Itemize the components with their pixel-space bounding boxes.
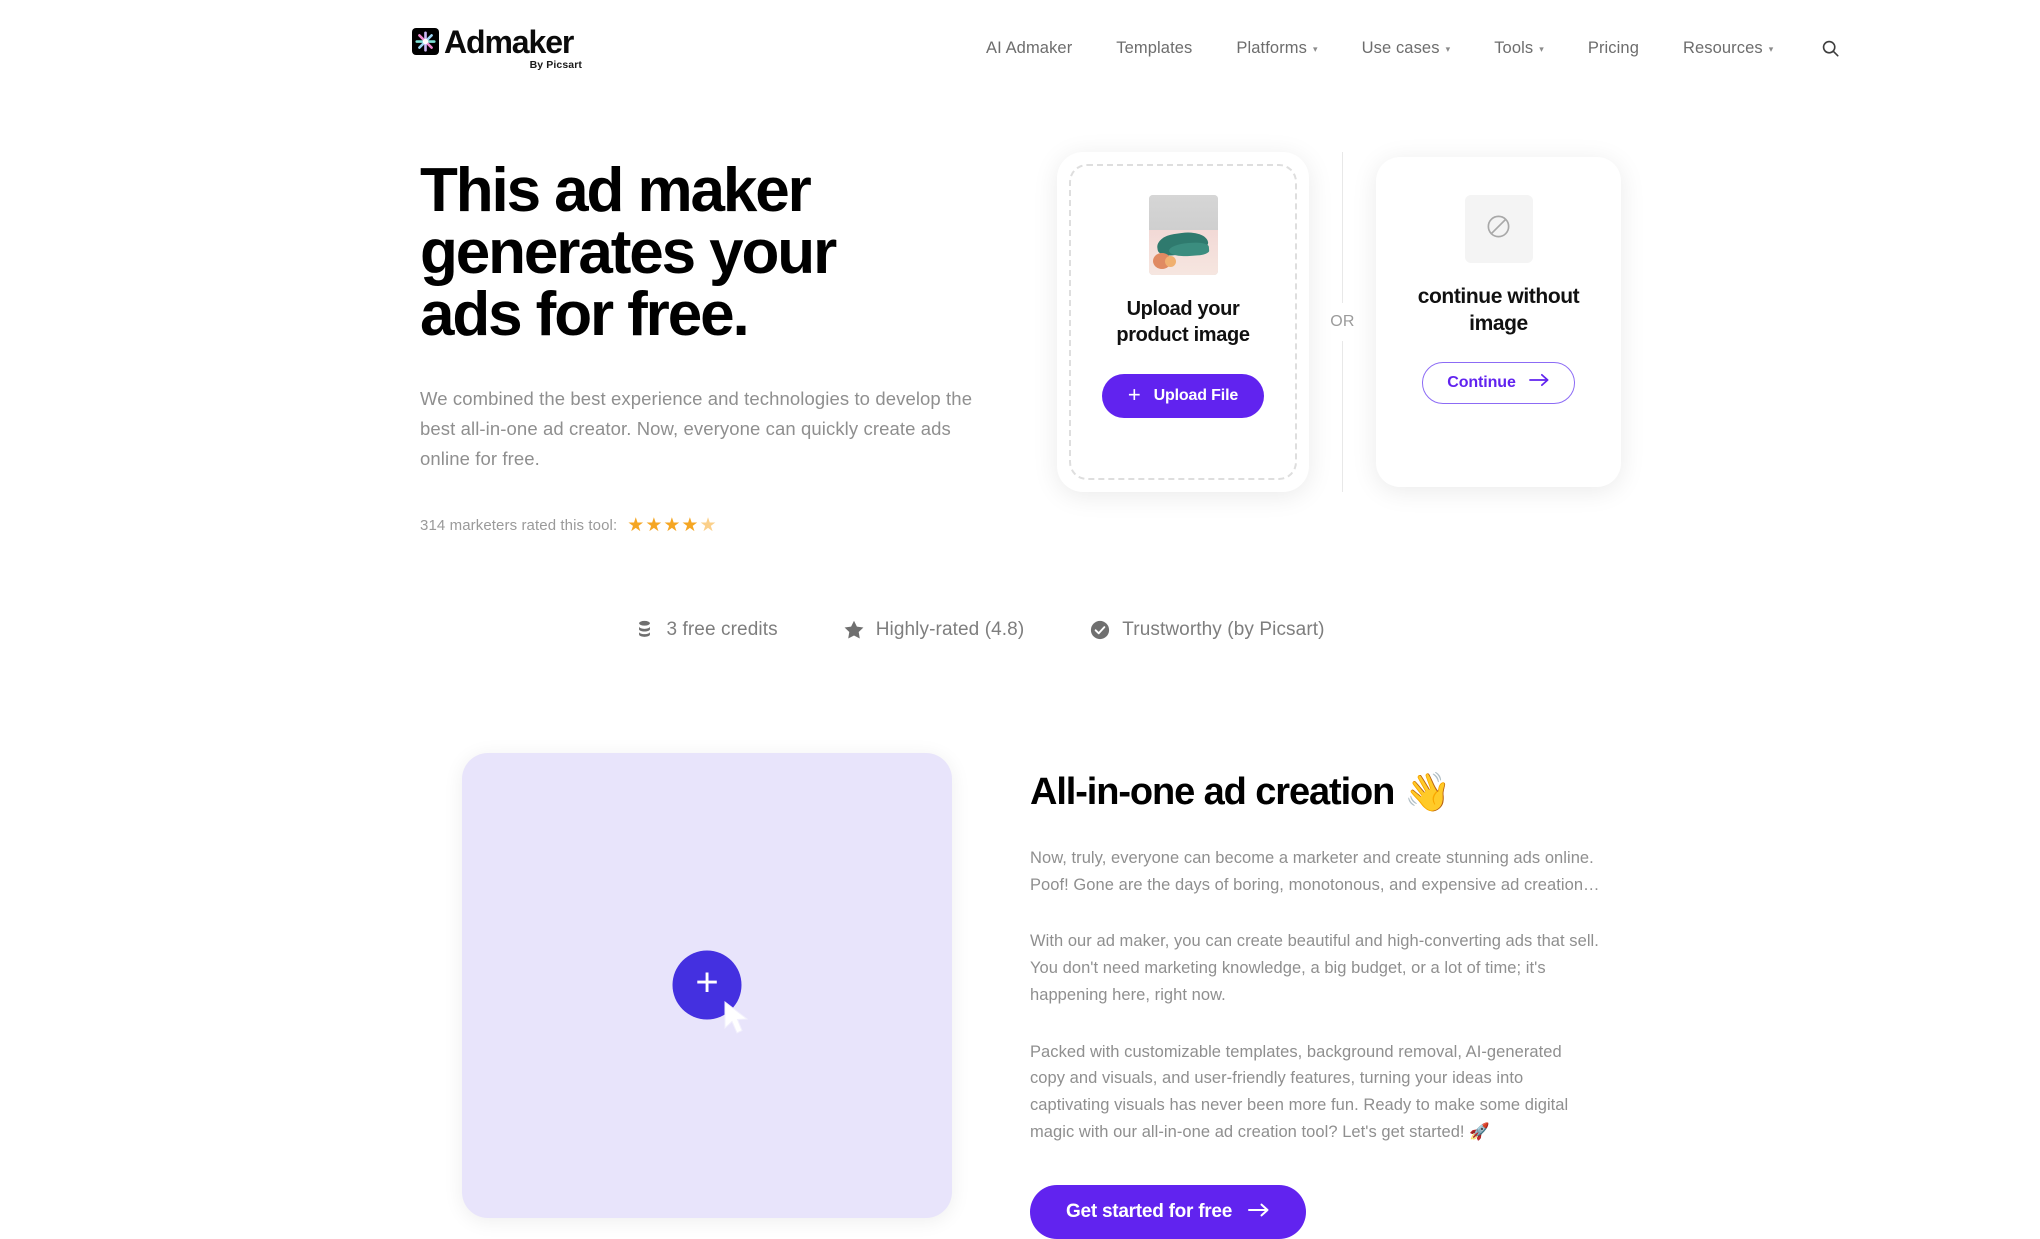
page-title: This ad maker generates your ads for fre… [420,160,940,346]
feature-paragraph-2: With our ad maker, you can create beauti… [1030,932,1599,1004]
no-image-card-title: continue without image [1417,285,1580,336]
badge-label: Highly-rated (4.8) [875,618,1025,640]
feature-title-text: All-in-one ad creation [1030,771,1395,814]
hero-upload-options: Upload your product image + Upload File … [1057,148,1621,492]
badge-highly-rated: Highly-rated (4.8) [844,619,1025,641]
chevron-down-icon: ▾ [1313,43,1318,54]
rating-label: 314 marketers rated this tool: [420,516,618,534]
arrow-right-icon [1528,373,1550,392]
nav-item-platforms[interactable]: Platforms ▾ [1214,39,1339,58]
nav-item-ai-admaker[interactable]: AI Admaker [964,39,1094,58]
admaker-star-logo-icon [412,28,439,55]
nav-label: Use cases [1361,38,1440,57]
upload-file-label: Upload File [1153,387,1239,405]
hero-title-line-1: This ad maker [420,156,812,225]
badge-free-credits: 3 free credits [635,618,778,641]
hero-title-line-2: generates your [420,218,837,287]
arrow-right-icon [1248,1201,1270,1223]
logo-byline: By Picsart [529,58,582,71]
star-icon-partial: ★ [699,514,717,536]
site-header: Admaker By Picsart AI Admaker Templates … [0,0,2040,96]
logo-row: Admaker [412,23,574,60]
search-button[interactable] [1795,39,1858,58]
upload-image-card[interactable]: Upload your product image + Upload File [1057,152,1309,492]
nav-item-templates[interactable]: Templates [1094,39,1214,58]
waving-hand-icon: 👋 [1404,771,1451,814]
get-started-label: Get started for free [1066,1201,1233,1223]
feature-paragraph-3: Packed with customizable templates, back… [1030,1042,1569,1141]
main-navigation: AI Admaker Templates Platforms ▾ Use cas… [964,39,1858,58]
hero-title-line-3: ads for free. [420,280,750,349]
upload-file-button[interactable]: + Upload File [1101,374,1265,419]
nav-label: Pricing [1587,38,1639,57]
nav-label: Templates [1116,38,1193,57]
upload-card-title: Upload your product image [1116,298,1250,346]
feature-section: + All-in-one ad creation 👋 Now, truly, e… [0,641,2040,1239]
or-label: OR [1330,313,1355,330]
check-badge-icon [1090,620,1110,640]
upload-dropzone[interactable]: Upload your product image + Upload File [1069,164,1297,480]
feature-title: All-in-one ad creation 👋 [1030,771,1600,815]
badge-trustworthy: Trustworthy (by Picsart) [1090,619,1324,641]
divider-line-top [1342,152,1343,303]
chevron-down-icon: ▾ [1539,43,1544,54]
star-icon: ★ [663,514,681,536]
star-icon: ★ [681,514,699,536]
credits-icon [635,620,654,640]
nav-item-resources[interactable]: Resources ▾ [1661,39,1795,58]
nav-item-tools[interactable]: Tools ▾ [1472,39,1566,58]
hero-description: We combined the best experience and tech… [420,388,973,469]
hero-section: This ad maker generates your ads for fre… [0,96,2040,535]
brand-logo[interactable]: Admaker By Picsart [412,26,584,71]
nav-label: Platforms [1236,38,1307,57]
star-icon [844,620,864,639]
feature-paragraph-1: Now, truly, everyone can become a market… [1030,848,1600,894]
chevron-down-icon: ▾ [1768,43,1774,54]
rating-row: 314 marketers rated this tool: ★ ★ ★ ★ ★ [420,516,1020,535]
nav-item-pricing[interactable]: Pricing [1566,39,1661,58]
video-preview-panel[interactable]: + [462,752,952,1218]
plus-icon: + [1127,382,1141,408]
trust-badges-row: 3 free credits Highly-rated (4.8) Trustw… [0,619,2040,641]
badge-label: Trustworthy (by Picsart) [1122,618,1325,640]
feature-text-column: All-in-one ad creation 👋 Now, truly, eve… [1030,753,1600,1239]
nav-item-use-cases[interactable]: Use cases ▾ [1340,39,1473,58]
logo-wordmark: Admaker [444,23,574,60]
continue-button[interactable]: Continue [1422,361,1575,404]
badge-label: 3 free credits [666,618,778,640]
search-icon [1821,39,1840,58]
star-rating: ★ ★ ★ ★ ★ [627,516,716,535]
plus-glyph: + [695,960,719,1005]
nav-label: Resources [1682,38,1763,57]
continue-label: Continue [1447,373,1516,391]
hero-left-column: This ad maker generates your ads for fre… [420,148,1020,535]
continue-without-image-card[interactable]: continue without image Continue [1376,157,1621,487]
or-divider: OR [1305,152,1380,492]
chevron-down-icon: ▾ [1445,43,1451,54]
nav-label: AI Admaker [986,38,1073,57]
nav-label: Tools [1494,38,1534,57]
no-image-icon [1485,213,1512,245]
star-icon: ★ [645,514,663,536]
divider-line-bottom [1342,341,1343,492]
get-started-button[interactable]: Get started for free [1030,1185,1307,1239]
star-icon: ★ [627,514,645,536]
product-image-thumbnail [1148,195,1218,275]
no-image-icon-container [1464,195,1533,263]
